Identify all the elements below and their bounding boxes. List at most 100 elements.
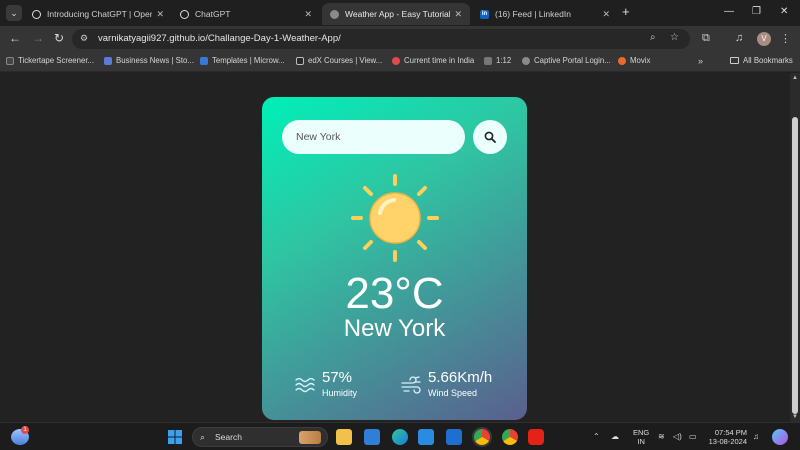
clock-time: 07:54 PM — [714, 428, 747, 437]
wind-label: Wind Speed — [428, 388, 478, 398]
mail-icon[interactable] — [364, 429, 380, 445]
tab-introducing-chatgpt[interactable]: Introducing ChatGPT | OpenAI ✕ — [24, 3, 172, 25]
tab-title: Introducing ChatGPT | OpenAI — [47, 9, 153, 19]
extensions-icon[interactable]: ⧉ — [702, 32, 710, 45]
tab-linkedin[interactable]: in (16) Feed | LinkedIn ✕ — [472, 3, 618, 25]
reload-icon[interactable]: ↻ — [54, 31, 64, 45]
chrome-profile-icon[interactable] — [502, 429, 518, 445]
bookmark-item[interactable]: 1:12 — [484, 56, 511, 65]
more-bookmarks-chevron-icon[interactable]: » — [698, 56, 703, 66]
file-explorer-icon[interactable] — [336, 429, 352, 445]
zoom-icon[interactable]: ⌕ — [650, 32, 656, 43]
clock-date: 13-08-2024 — [708, 437, 747, 446]
wind-stat: 5.66Km/h Wind Speed — [400, 369, 492, 399]
movix-icon — [618, 56, 626, 65]
menu-kebab-icon[interactable]: ⋮ — [780, 32, 791, 45]
humidity-waves-icon — [295, 377, 315, 393]
close-icon[interactable]: ✕ — [304, 9, 312, 20]
search-highlight-icon — [299, 431, 321, 444]
close-window-icon[interactable]: ✕ — [780, 6, 788, 17]
chrome-icon[interactable] — [474, 429, 490, 445]
bookmark-star-icon[interactable]: ☆ — [670, 32, 679, 43]
taskbar-search-label: Search — [215, 432, 242, 442]
language-indicator[interactable]: ENG IN — [633, 428, 649, 446]
youtube-icon[interactable] — [528, 429, 544, 445]
bookmark-label: Tickertape Screener... — [18, 56, 94, 65]
close-icon[interactable]: ✕ — [454, 9, 462, 20]
notifications-bell-icon[interactable]: ♫ — [753, 432, 759, 441]
wind-value: 5.66Km/h — [428, 369, 493, 386]
minimize-icon[interactable]: — — [724, 6, 734, 17]
sun-icon — [351, 174, 439, 262]
bookmark-item[interactable]: Business News | Sto... — [104, 56, 194, 65]
scrollbar-thumb[interactable] — [792, 117, 798, 414]
media-controls-icon[interactable]: ♫ — [735, 32, 743, 44]
all-bookmarks-label: All Bookmarks — [743, 56, 793, 65]
microsoft-templates-icon — [200, 56, 208, 65]
vscode-icon[interactable] — [418, 429, 434, 445]
tab-title: (16) Feed | LinkedIn — [495, 9, 571, 19]
tab-search-chevron-icon[interactable]: ⌄ — [6, 5, 22, 21]
tab-weather-app[interactable]: Weather App - Easy Tutorials ✕ — [322, 3, 470, 25]
url-text[interactable]: varnikatyagii927.github.io/Challange-Day… — [98, 33, 341, 44]
search-button[interactable] — [473, 120, 507, 154]
globe-icon — [522, 56, 530, 65]
humidity-stat: 57% Humidity — [294, 369, 357, 399]
forward-arrow-icon[interactable]: → — [32, 31, 44, 45]
city-name: New York — [343, 315, 446, 342]
all-bookmarks-button[interactable]: All Bookmarks — [730, 56, 793, 65]
bookmark-label: Business News | Sto... — [116, 56, 194, 65]
search-icon: ⌕ — [200, 432, 206, 442]
tab-title: Weather App - Easy Tutorials — [345, 9, 451, 19]
temperature-value: 23°C — [345, 269, 444, 318]
close-icon[interactable]: ✕ — [602, 9, 610, 20]
tab-chatgpt[interactable]: ChatGPT ✕ — [172, 3, 320, 25]
restore-icon[interactable]: ❐ — [752, 6, 761, 17]
bookmark-page-icon — [484, 56, 492, 65]
system-clock[interactable]: 07:54 PM 13-08-2024 — [707, 428, 747, 446]
new-tab-icon[interactable]: + — [622, 5, 630, 19]
copilot-icon[interactable] — [772, 429, 788, 445]
region-code: IN — [637, 437, 645, 446]
show-hidden-icons-chevron-icon[interactable]: ⌃ — [593, 432, 600, 441]
store-icon[interactable] — [446, 429, 462, 445]
language-code: ENG — [633, 428, 650, 437]
clock-icon — [392, 56, 400, 65]
bookmark-item[interactable]: Templates | Microw... — [200, 56, 285, 65]
humidity-label: Humidity — [322, 388, 358, 398]
bookmark-item[interactable]: Movix — [618, 56, 650, 65]
tab-strip: ⌄ Introducing ChatGPT | OpenAI ✕ ChatGPT… — [0, 0, 800, 26]
site-info-icon[interactable]: ⚙ — [80, 33, 88, 44]
battery-icon[interactable]: ▭ — [689, 432, 697, 441]
edge-browser-icon[interactable] — [392, 429, 408, 445]
bookmark-item[interactable]: edX Courses | View... — [296, 56, 382, 65]
windows-start-icon[interactable] — [167, 429, 183, 445]
scroll-down-icon[interactable]: ▼ — [792, 414, 798, 420]
scroll-up-icon[interactable]: ▲ — [792, 75, 798, 81]
bookmark-label: 1:12 — [496, 56, 512, 65]
linkedin-icon: in — [480, 9, 489, 19]
bookmark-label: edX Courses | View... — [308, 56, 383, 65]
page-scrollbar[interactable]: ▲ ▼ — [790, 73, 800, 422]
bookmark-item[interactable]: Current time in India — [392, 56, 474, 65]
globe-icon — [330, 9, 339, 19]
wifi-icon[interactable]: ≋ — [658, 432, 665, 441]
folder-icon — [730, 57, 739, 64]
address-bar[interactable]: ⚙ varnikatyagii927.github.io/Challange-D… — [72, 29, 690, 49]
weather-card: 23°C New York 57% Humidity — [262, 97, 527, 420]
volume-icon[interactable]: ◁) — [673, 432, 682, 441]
bookmark-item[interactable]: Captive Portal Login... — [522, 56, 611, 65]
taskbar-search[interactable]: ⌕ Search — [192, 427, 328, 447]
onedrive-cloud-icon[interactable]: ☁ — [611, 432, 619, 441]
profile-avatar[interactable]: V — [757, 32, 771, 46]
tickertape-icon — [6, 56, 14, 65]
back-arrow-icon[interactable]: ← — [9, 31, 21, 45]
close-icon[interactable]: ✕ — [156, 9, 164, 20]
bookmark-label: Movix — [630, 56, 651, 65]
chatgpt-icon — [32, 9, 41, 19]
city-search-input[interactable] — [282, 120, 465, 154]
navigation-bar: ← → ↻ ⚙ varnikatyagii927.github.io/Chall… — [0, 26, 800, 52]
tab-title: ChatGPT — [195, 9, 231, 19]
bookmark-label: Captive Portal Login... — [534, 56, 611, 65]
bookmark-item[interactable]: Tickertape Screener... — [6, 56, 94, 65]
